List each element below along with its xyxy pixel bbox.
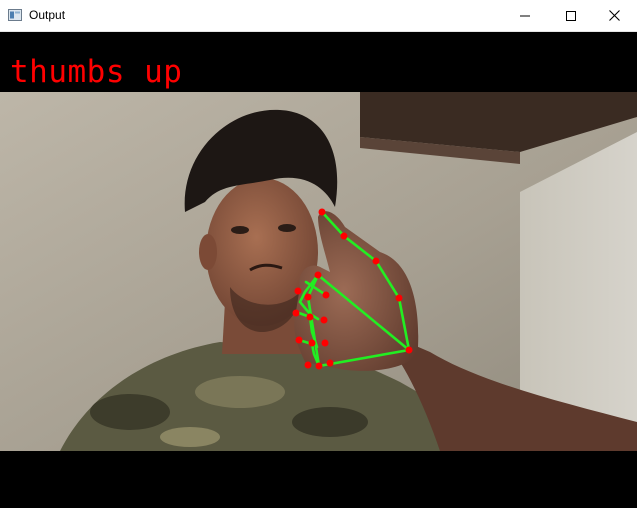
landmark-index-dip [304, 293, 312, 301]
eye-right [278, 224, 296, 232]
gesture-label: thumbs up [10, 54, 183, 90]
window-title: Output [29, 8, 66, 22]
landmark-thumb-cmc [395, 294, 403, 302]
maximize-icon [566, 10, 576, 21]
camera-scene [0, 92, 637, 451]
camo-patch [90, 394, 170, 430]
camo-patch [195, 376, 285, 408]
output-canvas: thumbs up [0, 32, 637, 508]
landmark-pinky-pip [326, 359, 334, 367]
minimize-button[interactable] [502, 0, 548, 31]
camo-patch [292, 407, 368, 437]
landmark-middle-pip [320, 316, 328, 324]
close-button[interactable] [591, 0, 637, 31]
landmark-ring-dip [308, 339, 316, 347]
landmark-middle-tip [292, 309, 300, 317]
landmark-thumb-tip [318, 208, 326, 216]
landmark-ring-tip [295, 336, 303, 344]
landmark-index-pip [322, 291, 330, 299]
ear [199, 234, 217, 270]
landmark-pinky-dip [315, 362, 323, 370]
title-bar[interactable]: Output [0, 0, 637, 32]
app-window-icon [8, 9, 22, 21]
landmark-thumb-ip [340, 232, 348, 240]
landmark-ring-pip [321, 339, 329, 347]
landmark-thumb-mcp [372, 257, 380, 265]
landmark-wrist [405, 346, 413, 354]
minimize-icon [520, 15, 530, 16]
camo-patch [160, 427, 220, 447]
camera-frame [0, 92, 637, 451]
eye-left [231, 226, 249, 234]
landmark-index-mcp [314, 271, 322, 279]
landmark-middle-dip [306, 313, 314, 321]
close-icon [608, 10, 620, 21]
output-window: Output thumbs up [0, 0, 637, 508]
landmark-index-tip [294, 287, 302, 295]
maximize-button[interactable] [548, 0, 594, 31]
landmark-pinky-tip [304, 361, 312, 369]
